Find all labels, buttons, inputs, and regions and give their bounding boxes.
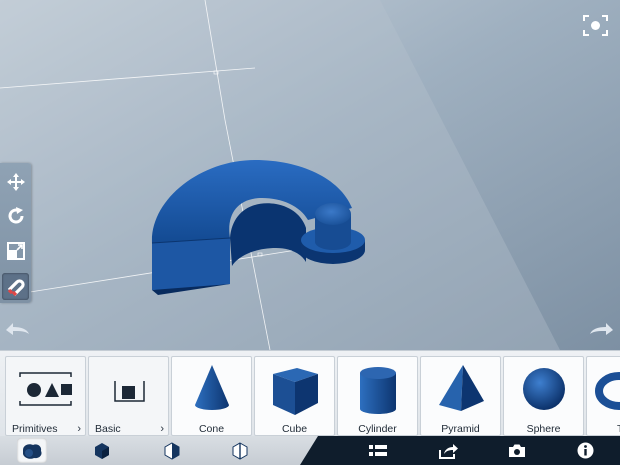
redo-button[interactable] [588, 318, 616, 336]
share-button[interactable] [435, 439, 461, 462]
camera-icon [509, 444, 525, 457]
rotate-icon [8, 206, 23, 223]
primitive-cube[interactable]: Cube [254, 356, 335, 436]
pyramid-icon [421, 357, 500, 419]
category-primitives[interactable]: Primitives › [5, 356, 86, 436]
cube-icon [255, 357, 334, 419]
primitive-label: Pyramid [441, 423, 480, 435]
view-mode-wireframe-button[interactable] [225, 438, 255, 463]
shaded-edges-icon [164, 441, 180, 460]
basic-category-icon [89, 357, 168, 419]
list-icon [369, 444, 387, 456]
knob-cylinder-top [315, 203, 351, 225]
torus-icon [587, 357, 620, 419]
chevron-right-icon: › [77, 423, 81, 435]
scene-canvas[interactable] [0, 0, 620, 350]
move-icon [6, 172, 25, 191]
primitive-label: Cube [281, 423, 308, 435]
view-mode-panel [0, 436, 345, 465]
primitives-shelf: Primitives › Basic › Cone Cube Cylinder … [0, 350, 620, 437]
undo-icon [6, 323, 29, 335]
chevron-right-icon: › [160, 423, 164, 435]
primitive-torus[interactable]: T [586, 356, 620, 436]
screenshot-button[interactable] [504, 439, 530, 462]
solid-material-icon [23, 443, 42, 459]
layers-list-button[interactable] [365, 439, 391, 462]
redo-icon [590, 323, 613, 335]
fullscreen-icon [583, 15, 608, 36]
transform-toolbar [0, 163, 31, 303]
primitive-label: Cone [198, 423, 225, 435]
primitive-label: Cylinder [358, 423, 397, 435]
wireframe-icon [232, 441, 248, 460]
primitive-label: Sphere [526, 423, 561, 435]
undo-button[interactable] [3, 318, 31, 336]
primitive-pyramid[interactable]: Pyramid [420, 356, 501, 436]
view-mode-shaded-button[interactable] [87, 438, 117, 463]
cone-icon [172, 357, 251, 419]
category-basic[interactable]: Basic › [88, 356, 169, 436]
rotate-tool-button[interactable] [2, 202, 29, 229]
move-tool-button[interactable] [2, 168, 29, 195]
primitive-sphere[interactable]: Sphere [503, 356, 584, 436]
scale-icon [6, 241, 25, 260]
share-icon [439, 443, 458, 459]
fullscreen-button[interactable] [582, 14, 609, 37]
cylinder-icon [338, 357, 417, 419]
bottom-bar [0, 436, 620, 465]
sphere-icon [504, 357, 583, 419]
scale-tool-button[interactable] [2, 237, 29, 264]
info-icon [577, 442, 593, 459]
shaded-icon [95, 442, 109, 459]
3d-viewport[interactable] [0, 0, 620, 350]
category-label: Primitives [12, 423, 58, 435]
primitive-label: T [587, 423, 620, 435]
info-button[interactable] [572, 439, 598, 462]
primitive-cylinder[interactable]: Cylinder [337, 356, 418, 436]
primitive-cone[interactable]: Cone [171, 356, 252, 436]
primitives-category-icon [6, 357, 85, 419]
snap-tool-button[interactable] [2, 273, 29, 300]
snap-magnet-icon [7, 278, 25, 296]
arc-front-face [152, 238, 230, 290]
view-mode-shaded-edges-button[interactable] [157, 438, 187, 463]
category-label: Basic [95, 423, 121, 435]
view-mode-solid-button[interactable] [17, 438, 47, 463]
